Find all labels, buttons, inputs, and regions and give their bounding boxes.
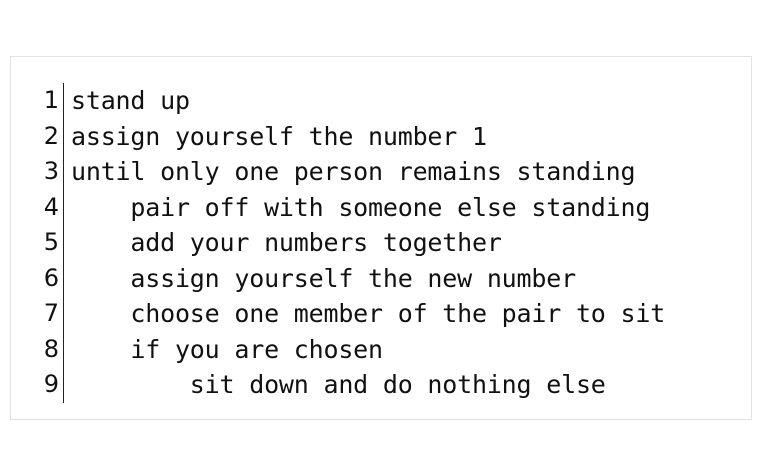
code-line-4: 4 pair off with someone else standing (37, 189, 665, 225)
code-line-7: 7 choose one member of the pair to sit (37, 296, 665, 332)
line-number: 6 (37, 260, 64, 296)
line-text: pair off with someone else standing (71, 192, 651, 222)
line-number: 4 (37, 189, 64, 225)
line-text: assign yourself the number 1 (71, 121, 487, 151)
code-line-9: 9 sit down and do nothing else (37, 367, 665, 403)
line-text: until only one person remains standing (71, 157, 636, 186)
code-line-2: 2 assign yourself the number 1 (37, 118, 665, 154)
line-number: 7 (37, 296, 64, 332)
code-line-5: 5 add your numbers together (37, 225, 665, 261)
code-line-3: 3 until only one person remains standing (37, 154, 665, 190)
line-text: sit down and do nothing else (71, 370, 606, 399)
code-block: 1 stand up 2 assign yourself the number … (37, 83, 665, 403)
line-text: if you are chosen (71, 334, 383, 364)
line-text: choose one member of the pair to sit (71, 299, 666, 328)
line-text: stand up (71, 86, 190, 115)
code-panel: 1 stand up 2 assign yourself the number … (10, 56, 752, 420)
line-number: 2 (37, 118, 64, 154)
line-number: 5 (37, 225, 64, 261)
code-line-6: 6 assign yourself the new number (37, 260, 665, 296)
line-text: assign yourself the new number (71, 263, 576, 293)
line-number: 3 (37, 154, 64, 190)
code-line-8: 8 if you are chosen (37, 331, 665, 367)
line-text: add your numbers together (71, 228, 502, 257)
code-line-1: 1 stand up (37, 83, 665, 119)
line-number: 9 (37, 367, 64, 403)
line-number: 1 (37, 83, 64, 119)
line-number: 8 (37, 331, 64, 367)
